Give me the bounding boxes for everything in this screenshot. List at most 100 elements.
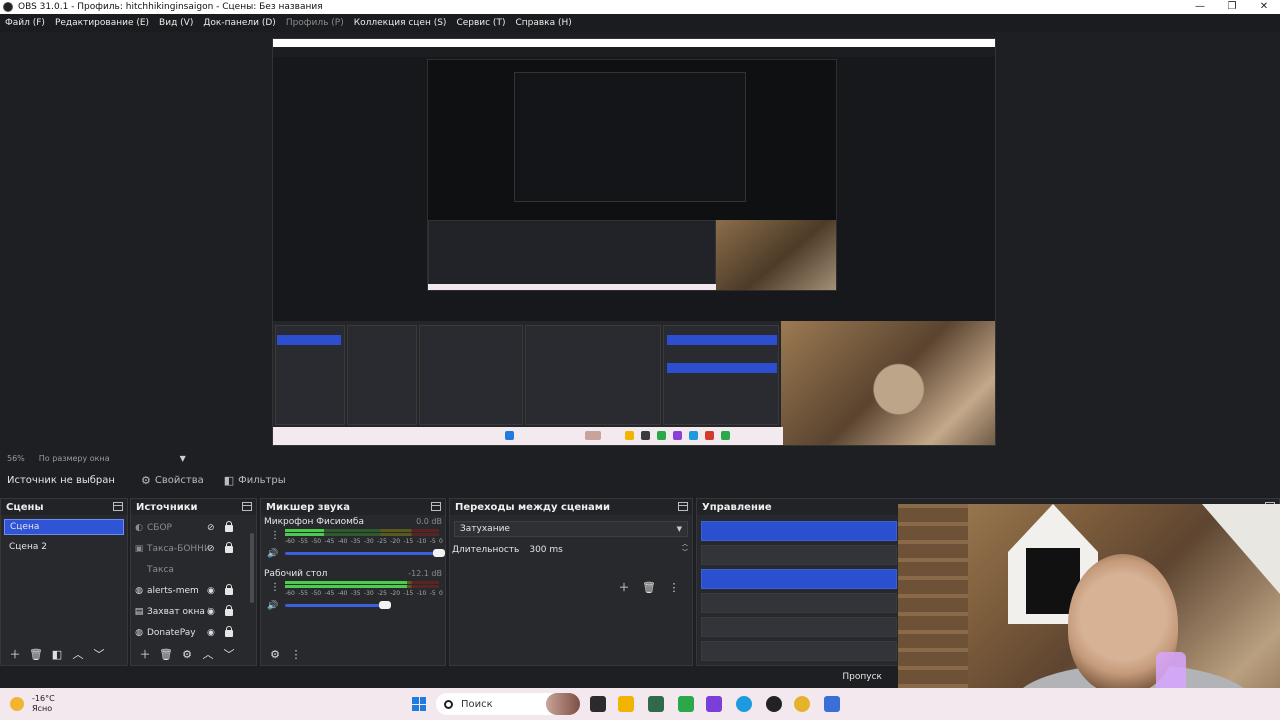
volume-slider[interactable] [285,601,391,609]
trash-icon[interactable]: 🗑 [157,646,175,662]
store-icon[interactable] [824,696,840,712]
transition-select[interactable]: Затухание ▼ [454,521,688,537]
file-explorer-icon[interactable] [618,696,634,712]
lock-icon[interactable] [225,521,233,532]
maximize-icon[interactable]: ❐ [1216,0,1248,14]
arrow-up-icon[interactable]: ︿ [69,646,87,662]
eye-hidden-icon[interactable]: ⊘ [207,523,215,533]
add-icon[interactable]: ＋ [6,646,24,662]
preview-canvas[interactable] [272,38,996,446]
weather-temperature: -16°C [32,694,55,703]
slider-handle[interactable] [433,549,445,557]
add-icon[interactable]: ＋ [136,646,154,662]
trash-icon[interactable]: 🗑 [640,579,658,595]
arrow-down-icon[interactable]: ﹀ [220,646,238,662]
scene-icon: ◐ [135,522,143,533]
menu-scene-collection[interactable]: Коллекция сцен (S) [354,18,447,28]
filters-button[interactable]: ◧ Фильтры [224,474,286,487]
source-item[interactable]: ▣ Такса-БОННИ ⊘ [131,538,256,559]
lock-icon[interactable] [225,605,233,616]
lock-icon[interactable] [225,626,233,637]
menu-file[interactable]: Файл (F) [5,18,45,28]
arrow-up-icon[interactable]: ︿ [199,646,217,662]
scrollbar[interactable] [250,533,254,603]
zoom-dropdown-icon[interactable]: ▼ [180,454,186,463]
control-button[interactable] [701,593,897,613]
speaker-icon[interactable]: 🔊 [267,601,278,611]
menu-edit[interactable]: Редактирование (E) [55,18,149,28]
source-item[interactable]: ◐ СБОР ⊘ [131,517,256,538]
trash-icon[interactable]: 🗑 [27,646,45,662]
search-highlight-icon [546,693,580,715]
volume-slider[interactable] [285,549,445,557]
obs-logo-icon [3,2,13,12]
control-button[interactable] [701,617,897,637]
popout-icon[interactable] [431,502,441,511]
eye-icon[interactable]: ◉ [207,628,215,638]
start-recording-button[interactable] [701,569,897,589]
taskbar-search[interactable]: Поиск [436,693,580,715]
scene-item[interactable]: Сцена [4,519,124,535]
lock-icon[interactable] [225,584,233,595]
obs-icon[interactable] [766,696,782,712]
source-item[interactable]: ▤ Захват окна Di ◉ [131,601,256,622]
control-button[interactable] [701,545,897,565]
filter-icon[interactable]: ◧ [48,646,66,662]
more-icon[interactable]: ⋮ [270,530,280,541]
more-icon[interactable]: ⋮ [287,646,305,662]
duration-label: Длительность [452,545,520,555]
spinner-icon[interactable]: ︿ ﹀ [682,541,688,557]
popout-icon[interactable] [242,502,252,511]
menu-tools[interactable]: Сервис (T) [456,18,505,28]
start-streaming-button[interactable] [701,521,897,541]
add-icon[interactable]: ＋ [615,579,633,595]
eye-hidden-icon[interactable]: ⊘ [207,544,215,554]
meter-tick-label: -15 [403,538,414,545]
mixer-channel: Микрофон Фисиомба 0.0 dB ⋮ -60 -55 -50 -45-… [261,515,445,567]
minimize-icon[interactable]: — [1184,0,1216,14]
edge-icon[interactable] [736,696,752,712]
chevron-down-icon: ▼ [676,525,682,533]
meter-tick-label: -60 [285,538,295,545]
chrome-icon[interactable] [794,696,810,712]
duration-input[interactable]: 300 ms ︿ ﹀ [527,541,688,557]
source-toolbar: Источник не выбран ⚙ Свойства ◧ Фильтры [0,468,1280,492]
app-icon[interactable] [706,696,722,712]
zoom-bar: 56% По размеру окна ▼ [0,452,1280,464]
more-icon[interactable]: ⋮ [665,579,683,595]
slider-handle[interactable] [379,601,391,609]
source-name: СБОР [147,522,172,533]
app-icon[interactable] [648,696,664,712]
source-name: Захват окна Di [147,606,209,617]
eye-icon[interactable]: ◉ [207,607,215,617]
gear-icon[interactable]: ⚙ [178,646,196,662]
menu-docks[interactable]: Док-панели (D) [203,18,275,28]
meter-tick-label: -30 [363,590,374,597]
zoom-mode[interactable]: По размеру окна [39,454,110,463]
close-icon[interactable]: ✕ [1248,0,1280,14]
meter-tick-label: 0 [439,590,443,597]
menu-profile[interactable]: Профиль (P) [286,18,344,28]
source-item[interactable]: ◍ DonatePay ◉ [131,622,256,643]
source-item[interactable]: Такса [131,559,256,580]
lock-icon[interactable] [225,542,233,553]
task-view-icon[interactable] [590,696,606,712]
gear-icon[interactable]: ⚙ [266,646,284,662]
popout-icon[interactable] [113,502,123,511]
source-item[interactable]: ◍ alerts-mem ◉ [131,580,256,601]
windows-start-icon[interactable] [412,697,426,711]
properties-button[interactable]: ⚙ Свойства [141,474,204,487]
control-button[interactable] [701,641,897,661]
eye-icon[interactable]: ◉ [207,586,215,596]
weather-widget[interactable]: -16°C Ясно [10,694,55,714]
preview-area[interactable] [0,32,1280,452]
menu-view[interactable]: Вид (V) [159,18,193,28]
xbox-icon[interactable] [678,696,694,712]
scene-item[interactable]: Сцена 2 [4,539,124,555]
arrow-down-icon[interactable]: ﹀ [90,646,108,662]
more-icon[interactable]: ⋮ [270,582,280,593]
meter-tick-label: -10 [416,590,427,597]
menu-help[interactable]: Справка (H) [515,18,571,28]
popout-icon[interactable] [678,502,688,511]
speaker-icon[interactable]: 🔊 [267,549,278,559]
